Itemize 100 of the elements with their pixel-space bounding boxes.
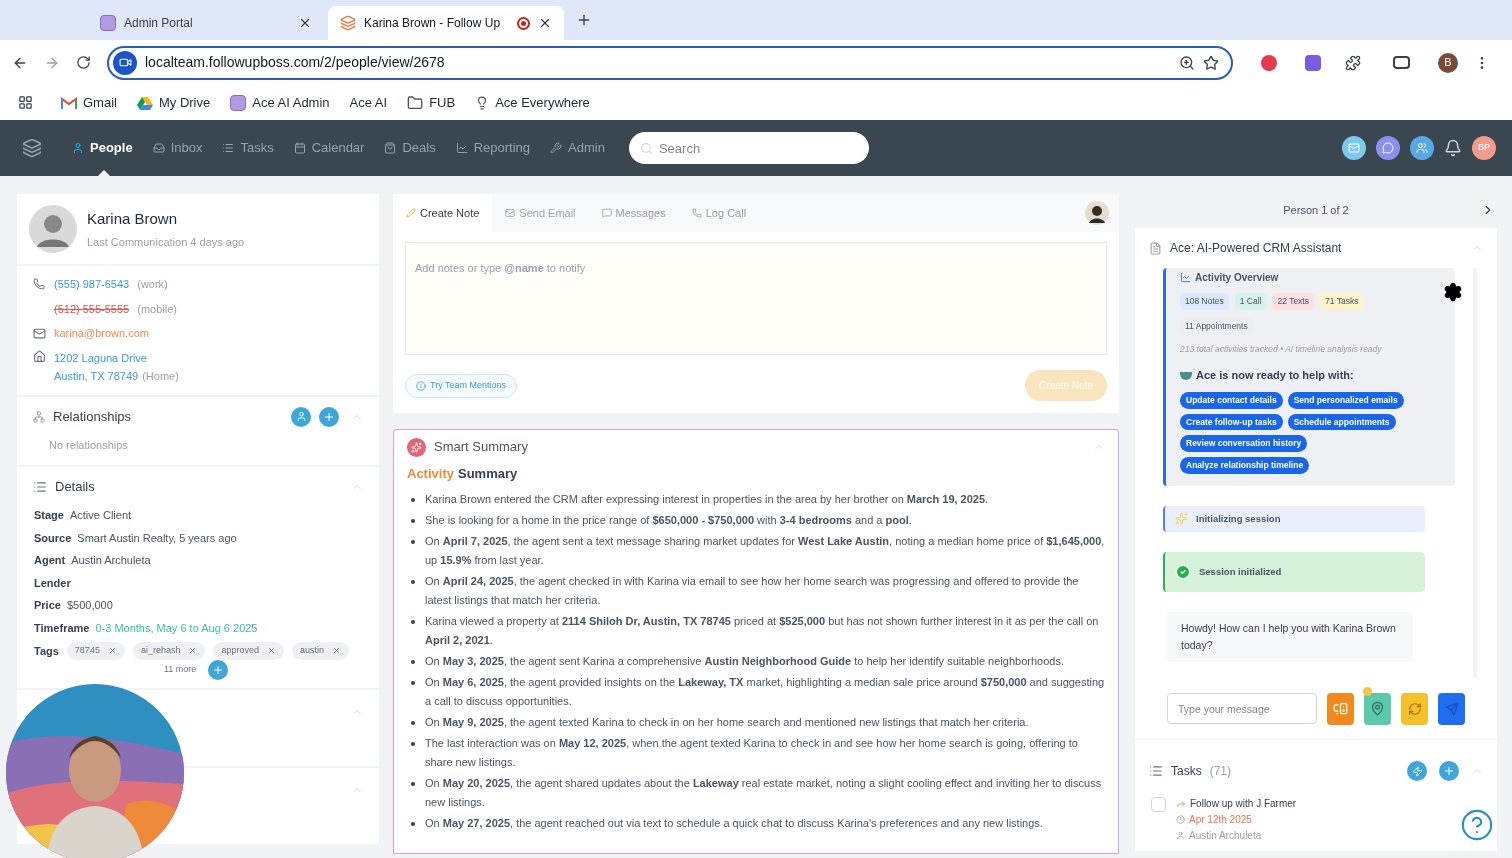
camera-badge[interactable]	[113, 50, 137, 75]
nav-tab[interactable]: Admin	[540, 120, 615, 176]
profile-avatar[interactable]: B	[1438, 52, 1458, 73]
bookmark[interactable]: Ace AI Admin	[230, 92, 330, 113]
pen-icon	[406, 208, 416, 218]
assistant-title: Ace: AI-Powered CRM Assistant	[1170, 240, 1342, 257]
action-chip[interactable]: Analyze relationship timeline	[1180, 457, 1310, 474]
folder-icon	[407, 94, 424, 111]
composer-tab[interactable]: Create Note	[393, 194, 493, 232]
browser-tab[interactable]: Admin Portal	[88, 6, 324, 40]
note-field[interactable]: Add notes or type @name to notify	[405, 242, 1107, 355]
composer-tab[interactable]: Messages	[588, 194, 679, 232]
chat-icon	[1382, 142, 1394, 154]
new-tab-icon[interactable]	[576, 12, 592, 28]
add-relationship-button[interactable]	[291, 406, 311, 427]
address-line[interactable]: 1202 Laguna Drive	[54, 349, 179, 366]
puzzle-icon[interactable]	[1345, 54, 1361, 71]
app-icon	[100, 15, 116, 31]
mail-button[interactable]	[1342, 136, 1366, 160]
users-button[interactable]	[1410, 136, 1434, 160]
browser-tab[interactable]: Karina Brown - Follow Up	[328, 6, 564, 40]
task-assignee: Austin Archuleta	[1189, 829, 1262, 843]
bookmark[interactable]: FUB	[407, 92, 456, 113]
refresh-button[interactable]	[1401, 692, 1428, 725]
bookmark[interactable]: My Drive	[136, 92, 211, 113]
extension-icon[interactable]	[1261, 54, 1277, 71]
avatar	[29, 205, 77, 253]
field-label: Stage	[34, 508, 64, 523]
nav-tab[interactable]: Reporting	[445, 120, 541, 176]
tag-chip[interactable]: 78745	[66, 642, 125, 660]
logo-icon[interactable]	[22, 138, 42, 158]
reload-icon[interactable]	[76, 55, 91, 70]
add-task-button[interactable]	[1439, 761, 1459, 781]
overview-title: Activity Overview	[1195, 271, 1279, 285]
location-button[interactable]	[1364, 692, 1391, 725]
assistant-message: Howdy! How can I help you with Karina Brown today?	[1167, 611, 1413, 662]
add-tag-button[interactable]	[208, 659, 229, 680]
document-icon	[1149, 241, 1162, 255]
action-chip[interactable]: Schedule appointments	[1287, 413, 1396, 431]
summary-bullet: The last interaction was on May 12, 2025, when the agent texted Karina to check in and see how her home search is going, offering to share new listings.	[425, 735, 1079, 770]
field-value: $500,000	[66, 598, 113, 613]
bookmark[interactable]: Gmail	[61, 92, 117, 113]
nav-tab[interactable]: Inbox	[142, 120, 213, 176]
email-link[interactable]: karina@brown.com	[54, 325, 149, 342]
remove-icon[interactable]	[266, 646, 276, 656]
refresh-icon	[1407, 701, 1422, 716]
bell-icon[interactable]	[1444, 139, 1462, 157]
tag-chip[interactable]: ai_rehash	[132, 642, 206, 660]
send-button[interactable]	[1438, 692, 1465, 725]
action-chip[interactable]: Review conversation history	[1180, 435, 1308, 452]
address-bar[interactable]: localteam.followupboss.com/2/people/view/2678	[107, 45, 1233, 80]
apps-icon[interactable]	[18, 95, 33, 110]
chat-button[interactable]	[1376, 136, 1400, 160]
remove-icon[interactable]	[107, 646, 117, 656]
bookmark[interactable]: Ace AI	[349, 92, 388, 113]
lightning-icon	[1411, 765, 1423, 777]
extension-icon[interactable]	[1305, 54, 1321, 71]
task-checkbox[interactable]	[1151, 797, 1166, 812]
action-chip[interactable]: Send personalized emails	[1287, 391, 1404, 409]
address-line[interactable]: Austin, TX 78749	[54, 368, 139, 385]
summary-heading: Summary	[457, 465, 518, 483]
close-icon[interactable]	[538, 16, 552, 30]
remove-icon[interactable]	[188, 646, 198, 656]
nav-tab[interactable]: Deals	[374, 120, 446, 176]
composer-tab[interactable]: Send Email	[492, 194, 589, 232]
phone-type: (mobile)	[137, 301, 177, 317]
star-icon[interactable]	[1203, 54, 1219, 71]
more-tags-link[interactable]: 11 more	[164, 662, 197, 677]
mail-logo-icon	[61, 96, 77, 109]
nav-tab[interactable]: Tasks	[212, 120, 284, 176]
tab-title: Karina Brown - Follow Up	[364, 15, 502, 32]
section-title: Details	[55, 478, 95, 497]
task-due: Apr 12th 2025	[1189, 813, 1252, 827]
summary-title: Smart Summary	[434, 438, 528, 457]
voice-button[interactable]	[1327, 692, 1354, 725]
quick-task-button[interactable]	[1407, 761, 1427, 781]
clock-icon	[1176, 815, 1185, 824]
composer-tab[interactable]: Log Call	[678, 194, 760, 232]
relationships-icon	[33, 410, 45, 423]
ready-heading: Ace is now ready to help with:	[1196, 368, 1354, 384]
task-count: (71)	[1209, 763, 1232, 780]
user-avatar	[1085, 201, 1109, 225]
nav-tab[interactable]: Calendar	[283, 120, 375, 176]
summary-bullet: On May 3, 2025, the agent sent Karina a comprehensive Austin Neighborhood Guide to help her identify suitable neighborhoods.	[425, 653, 1064, 669]
phone-number[interactable]: (512) 555-5555	[54, 300, 130, 317]
add-button[interactable]	[319, 406, 339, 427]
zoom-icon[interactable]	[1179, 54, 1195, 71]
phone-number[interactable]: (555) 987-6543	[54, 276, 130, 293]
bookmark[interactable]: Ace Everywhere	[475, 92, 590, 113]
close-icon[interactable]	[298, 16, 312, 30]
message-field[interactable]: Type your message	[1167, 693, 1317, 724]
tag-chip[interactable]: austin	[291, 642, 349, 660]
remove-icon[interactable]	[332, 646, 341, 656]
task-title[interactable]: Follow up with J Farmer	[1190, 796, 1297, 811]
action-chip[interactable]: Update contact details	[1180, 391, 1283, 409]
action-chip[interactable]: Create follow-up tasks	[1180, 413, 1283, 431]
team-mentions-button[interactable]: Try Team Mentions	[405, 373, 518, 398]
search-field[interactable]: Search	[628, 132, 869, 164]
nav-tab[interactable]: People	[62, 120, 143, 176]
tag-chip[interactable]: approved	[213, 642, 284, 660]
